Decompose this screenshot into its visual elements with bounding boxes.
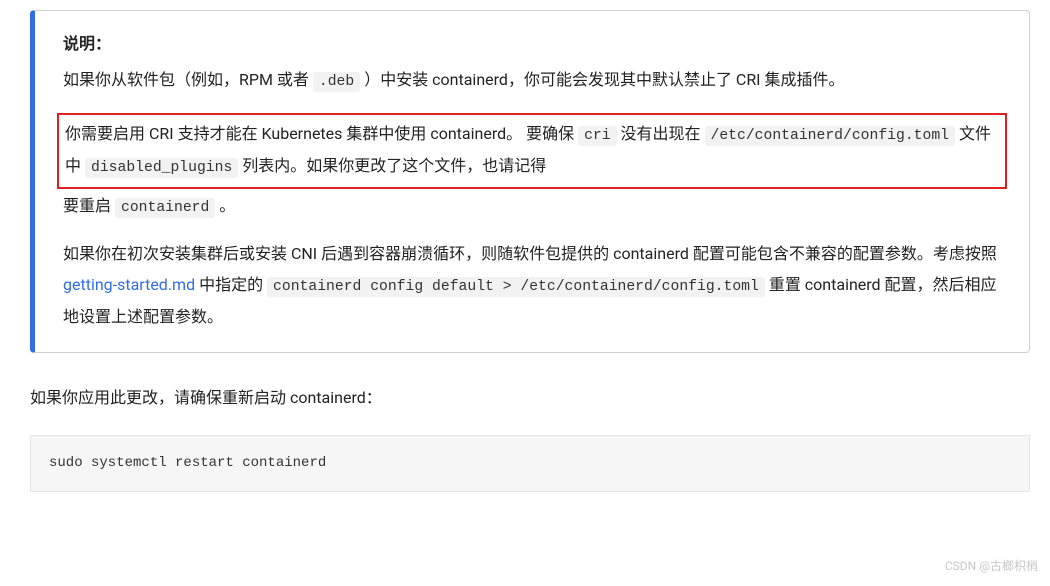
note-para1-text-b: ）中安装 containerd，你可能会发现其中默认禁止了 CRI 集成插件。	[360, 70, 844, 89]
note-title: 说明：	[63, 29, 1001, 59]
highlight-text-a: 你需要启用 CRI 支持才能在 Kubernetes 集群中使用 contain…	[65, 124, 578, 143]
inline-code-cri: cri	[578, 126, 617, 146]
para3-text-b: 中指定的	[195, 275, 267, 294]
watermark: CSDN @古榔枳梢	[945, 555, 1038, 578]
para2-tail-a: 要重启	[63, 196, 115, 215]
highlight-box: 你需要启用 CRI 支持才能在 Kubernetes 集群中使用 contain…	[57, 113, 1007, 189]
highlight-text-d: 列表内。如果你更改了这个文件，也请记得	[238, 156, 546, 175]
inline-code-deb: .deb	[313, 72, 360, 92]
restart-instruction: 如果你应用此更改，请确保重新启动 containerd：	[30, 383, 1030, 413]
inline-code-disabled-plugins: disabled_plugins	[85, 158, 238, 178]
highlight-text-b: 没有出现在	[617, 124, 705, 143]
para2-tail-b: 。	[215, 196, 235, 215]
getting-started-link[interactable]: getting-started.md	[63, 275, 195, 294]
inline-code-containerd: containerd	[115, 198, 215, 218]
para3-text-a: 如果你在初次安装集群后或安装 CNI 后遇到容器崩溃循环，则随软件包提供的 co…	[63, 244, 997, 263]
note-para-3: 如果你在初次安装集群后或安装 CNI 后遇到容器崩溃循环，则随软件包提供的 co…	[63, 239, 1001, 332]
inline-code-config-path: /etc/containerd/config.toml	[705, 126, 955, 146]
code-block-restart: sudo systemctl restart containerd	[30, 435, 1030, 492]
note-box: 说明： 如果你从软件包（例如，RPM 或者 .deb ）中安装 containe…	[30, 10, 1030, 353]
note-para-2: 你需要启用 CRI 支持才能在 Kubernetes 集群中使用 contain…	[63, 113, 1001, 223]
inline-code-default-cmd: containerd config default > /etc/contain…	[267, 277, 765, 297]
note-para1-text-a: 如果你从软件包（例如，RPM 或者	[63, 70, 313, 89]
note-para-1: 如果你从软件包（例如，RPM 或者 .deb ）中安装 containerd，你…	[63, 65, 1001, 97]
